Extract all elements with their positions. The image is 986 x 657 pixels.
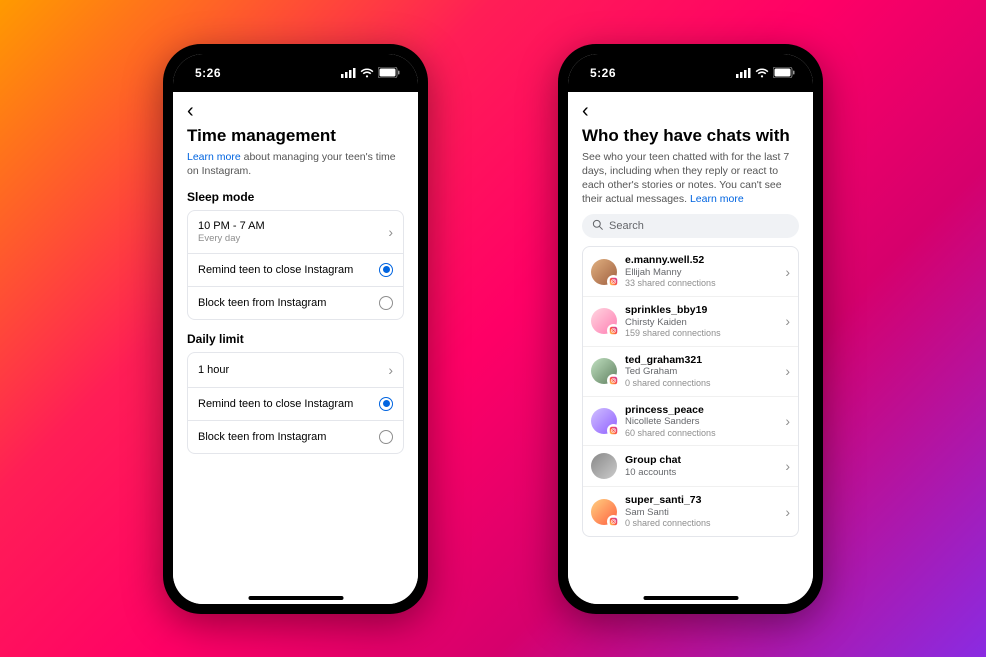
- daily-limit-label: Daily limit: [187, 332, 404, 346]
- avatar: [591, 453, 617, 479]
- daily-limit-value: 1 hour: [198, 364, 229, 376]
- status-icons: [736, 67, 795, 78]
- sleep-mode-card: 10 PM - 7 AM Every day › Remind teen to …: [187, 210, 404, 320]
- radio-selected-icon: [379, 263, 393, 277]
- chat-row[interactable]: super_santi_73Sam Santi0 shared connecti…: [583, 486, 798, 536]
- chat-row[interactable]: sprinkles_bby19Chirsty Kaiden159 shared …: [583, 296, 798, 346]
- status-icons: [341, 67, 400, 78]
- status-time: 5:26: [590, 66, 616, 80]
- chevron-right-icon: ›: [785, 264, 790, 280]
- chat-row[interactable]: ted_graham321Ted Graham0 shared connecti…: [583, 346, 798, 396]
- page-subtitle: Learn more about managing your teen's ti…: [187, 150, 404, 178]
- chat-list: e.manny.well.52Ellijah Manny33 shared co…: [582, 246, 799, 537]
- wifi-icon: [360, 68, 374, 78]
- chat-row[interactable]: e.manny.well.52Ellijah Manny33 shared co…: [583, 247, 798, 296]
- chevron-right-icon: ›: [388, 362, 393, 378]
- chat-info: super_santi_73Sam Santi0 shared connecti…: [625, 494, 777, 529]
- radio-unselected-icon: [379, 296, 393, 310]
- chevron-right-icon: ›: [785, 413, 790, 429]
- search-input[interactable]: Search: [582, 214, 799, 238]
- chat-username: Group chat: [625, 454, 777, 467]
- instagram-badge-icon: [607, 275, 620, 288]
- home-indicator[interactable]: [248, 596, 343, 600]
- status-bar: 5:26: [173, 54, 418, 92]
- page-title: Who they have chats with: [582, 126, 799, 146]
- back-button[interactable]: ‹: [187, 101, 194, 121]
- avatar: [591, 358, 617, 384]
- chat-info: princess_peaceNicollete Sanders60 shared…: [625, 404, 777, 439]
- sleep-remind-option[interactable]: Remind teen to close Instagram: [188, 253, 403, 286]
- daily-limit-row[interactable]: 1 hour ›: [188, 353, 403, 387]
- avatar: [591, 499, 617, 525]
- instagram-badge-icon: [607, 324, 620, 337]
- chevron-right-icon: ›: [785, 313, 790, 329]
- home-indicator[interactable]: [643, 596, 738, 600]
- signal-icon: [341, 68, 356, 78]
- chat-realname: Chirsty Kaiden: [625, 317, 777, 328]
- search-placeholder: Search: [609, 220, 644, 232]
- phone-chats: 5:26 ‹ Who they have chats with See who …: [558, 44, 823, 614]
- chat-info: Group chat10 accounts: [625, 454, 777, 478]
- chat-realname: Ted Graham: [625, 366, 777, 377]
- avatar: [591, 259, 617, 285]
- chat-realname: Nicollete Sanders: [625, 416, 777, 427]
- chevron-right-icon: ›: [785, 458, 790, 474]
- chat-shared: 0 shared connections: [625, 378, 777, 389]
- status-time: 5:26: [195, 66, 221, 80]
- page-title: Time management: [187, 126, 404, 146]
- sleep-window: 10 PM - 7 AM: [198, 220, 265, 232]
- instagram-badge-icon: [607, 515, 620, 528]
- daily-block-option[interactable]: Block teen from Instagram: [188, 420, 403, 453]
- daily-remind-option[interactable]: Remind teen to close Instagram: [188, 387, 403, 420]
- chevron-right-icon: ›: [388, 224, 393, 240]
- chat-info: sprinkles_bby19Chirsty Kaiden159 shared …: [625, 304, 777, 339]
- chevron-right-icon: ›: [785, 504, 790, 520]
- chat-username: princess_peace: [625, 404, 777, 417]
- chat-shared: 60 shared connections: [625, 428, 777, 439]
- chat-username: e.manny.well.52: [625, 254, 777, 267]
- radio-selected-icon: [379, 397, 393, 411]
- radio-unselected-icon: [379, 430, 393, 444]
- battery-icon: [378, 67, 400, 78]
- signal-icon: [736, 68, 751, 78]
- chat-info: ted_graham321Ted Graham0 shared connecti…: [625, 354, 777, 389]
- wifi-icon: [755, 68, 769, 78]
- chat-realname: 10 accounts: [625, 467, 777, 478]
- chat-username: ted_graham321: [625, 354, 777, 367]
- chevron-right-icon: ›: [785, 363, 790, 379]
- search-icon: [592, 219, 603, 233]
- sleep-frequency: Every day: [198, 233, 265, 244]
- phone-time-management: 5:26 ‹ Time management Learn more about …: [163, 44, 428, 614]
- chat-shared: 159 shared connections: [625, 328, 777, 339]
- chat-row[interactable]: princess_peaceNicollete Sanders60 shared…: [583, 396, 798, 446]
- sleep-mode-label: Sleep mode: [187, 190, 404, 204]
- chat-username: sprinkles_bby19: [625, 304, 777, 317]
- chat-realname: Ellijah Manny: [625, 267, 777, 278]
- sleep-block-option[interactable]: Block teen from Instagram: [188, 286, 403, 319]
- chat-info: e.manny.well.52Ellijah Manny33 shared co…: [625, 254, 777, 289]
- page-subtitle: See who your teen chatted with for the l…: [582, 150, 799, 207]
- sleep-schedule-row[interactable]: 10 PM - 7 AM Every day ›: [188, 211, 403, 253]
- learn-more-link[interactable]: Learn more: [187, 151, 241, 163]
- chat-row[interactable]: Group chat10 accounts ›: [583, 445, 798, 486]
- learn-more-link[interactable]: Learn more: [690, 193, 744, 205]
- battery-icon: [773, 67, 795, 78]
- avatar: [591, 408, 617, 434]
- status-bar: 5:26: [568, 54, 813, 92]
- instagram-badge-icon: [607, 374, 620, 387]
- instagram-badge-icon: [607, 424, 620, 437]
- chat-username: super_santi_73: [625, 494, 777, 507]
- daily-limit-card: 1 hour › Remind teen to close Instagram …: [187, 352, 404, 454]
- back-button[interactable]: ‹: [582, 101, 589, 121]
- chat-shared: 33 shared connections: [625, 278, 777, 289]
- chat-shared: 0 shared connections: [625, 518, 777, 529]
- chat-realname: Sam Santi: [625, 507, 777, 518]
- avatar: [591, 308, 617, 334]
